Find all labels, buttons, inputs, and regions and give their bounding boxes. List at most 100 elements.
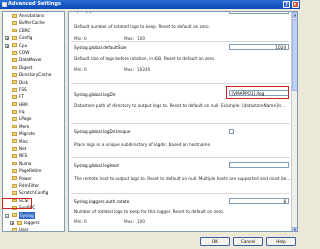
setting-description: Default size of logs before rotation, in…	[74, 56, 216, 61]
tree-item[interactable]: DataMover	[3, 56, 64, 63]
vertical-scrollbar[interactable]: ▲ ▼	[291, 12, 297, 231]
tree-item-label: Irq	[19, 109, 25, 115]
setting-description: Number of rotated logs to keep for this …	[74, 209, 225, 214]
tree-item-label: Config	[19, 35, 33, 41]
tree-item[interactable]: PageRetire	[3, 167, 64, 174]
tree-item-label: DirectoryCache	[19, 72, 52, 78]
setting-checkbox[interactable]	[229, 129, 234, 134]
tree-item[interactable]: Numa	[3, 160, 64, 167]
resize-grip-icon[interactable]: ⋰	[294, 243, 299, 248]
cancel-button[interactable]: Cancel	[233, 237, 263, 246]
tree-item-label: User	[19, 227, 29, 232]
folder-icon	[12, 50, 17, 55]
tree-item[interactable]: Digest	[3, 64, 64, 71]
folder-icon	[12, 161, 17, 166]
tree-item[interactable]: CBRC	[3, 27, 64, 34]
tree-item[interactable]: User	[3, 226, 64, 232]
setting-name: Syslog.global.logDir	[74, 92, 116, 97]
collapse-icon[interactable]: -	[5, 213, 9, 218]
tree-item[interactable]: ScratchConfig	[3, 189, 64, 196]
tree-item-label: NFS	[19, 153, 28, 159]
tree-item[interactable]: Mem	[3, 123, 64, 130]
tree-item[interactable]: Irq	[3, 108, 64, 115]
folder-icon	[12, 139, 17, 144]
setting-value-input[interactable]: 1024	[229, 44, 289, 50]
tree-item[interactable]: + loggers	[3, 219, 64, 226]
tree-item-label: Syslog	[19, 211, 35, 219]
tree-item[interactable]: FSS	[3, 86, 64, 93]
tree-item[interactable]: Net	[3, 145, 64, 152]
highlight-syslog-node	[2, 198, 32, 209]
setting-value-input[interactable]	[229, 12, 289, 14]
setting-value-input[interactable]	[229, 162, 289, 168]
setting-value-input[interactable]: 8	[229, 198, 289, 204]
expand-icon[interactable]: +	[5, 36, 9, 41]
tree-item[interactable]: Disk	[3, 79, 64, 86]
divider	[71, 83, 290, 84]
tree-item[interactable]: BufferCache	[3, 19, 64, 26]
folder-icon	[12, 21, 17, 25]
tree-item-label: HBR	[19, 101, 28, 107]
app-icon	[1, 1, 7, 7]
folder-icon	[12, 132, 17, 136]
tree-item-label: Power	[19, 175, 32, 181]
folder-icon	[12, 154, 17, 159]
ok-button[interactable]: OK	[200, 237, 230, 246]
folder-icon	[12, 169, 17, 173]
help-title-button[interactable]: ?	[283, 1, 290, 8]
divider	[71, 193, 290, 194]
scroll-thumb[interactable]	[292, 19, 297, 91]
range-max: 100	[137, 219, 145, 224]
range-min: 0	[84, 219, 87, 224]
tree-item-label: Misc	[19, 138, 29, 144]
tree-item[interactable]: + Cpu	[3, 42, 64, 49]
tree-item[interactable]: Migrate	[3, 130, 64, 137]
folder-icon	[12, 213, 17, 218]
window-title: Advanced Settings	[8, 1, 61, 7]
tree-item-label: RdmFilter	[19, 182, 40, 188]
expand-icon[interactable]: +	[10, 220, 14, 225]
folder-icon	[12, 43, 17, 48]
expand-icon[interactable]: +	[5, 43, 9, 48]
setting-description: The remote host to output logs to. Reset…	[74, 176, 291, 181]
tree-item[interactable]: Annotations	[3, 12, 64, 19]
tree-item-label: FT	[19, 94, 24, 100]
scroll-down-arrow-icon[interactable]: ▼	[292, 227, 297, 231]
range-min: 0	[84, 67, 87, 72]
help-button[interactable]: Help	[266, 237, 296, 246]
scroll-up-arrow-icon[interactable]: ▲	[292, 12, 297, 18]
tree-item[interactable]: NFS	[3, 152, 64, 159]
tree-item[interactable]: HBR	[3, 101, 64, 108]
tree-item-label: BufferCache	[19, 20, 45, 26]
tree-item-label: COW	[19, 49, 30, 55]
folder-icon	[12, 58, 17, 62]
tree-item-label: Digest	[19, 64, 33, 70]
tree-item-label: DataMover	[19, 57, 42, 63]
range-max-label: Max:	[124, 67, 135, 72]
setting-name: Syslog.global.logHost	[74, 163, 120, 168]
folder-icon	[12, 80, 17, 85]
setting-description: Place logs in a unique subdirectory of l…	[74, 142, 212, 147]
folder-icon	[12, 176, 17, 181]
folder-icon	[17, 220, 22, 225]
close-button[interactable]: ×	[291, 1, 299, 8]
tree-item[interactable]: DirectoryCache	[3, 71, 64, 78]
folder-icon	[12, 124, 17, 129]
divider	[71, 41, 290, 42]
tree-item-label: Numa	[19, 160, 32, 166]
tree-item[interactable]: Power	[3, 175, 64, 182]
tree-item-label: Annotations	[19, 13, 45, 18]
tree-item[interactable]: LPage	[3, 115, 64, 122]
tree-item[interactable]: COW	[3, 49, 64, 56]
tree-item-label: PageRetire	[19, 168, 42, 174]
folder-icon	[12, 28, 17, 33]
tree-item[interactable]: + Config	[3, 34, 64, 41]
tree-item-label: Net	[19, 146, 27, 152]
tree-item[interactable]: RdmFilter	[3, 182, 64, 189]
tree-item[interactable]: - Syslog	[3, 211, 64, 219]
tree-item[interactable]: Misc	[3, 138, 64, 145]
folder-icon	[12, 109, 17, 114]
folder-icon	[12, 87, 17, 92]
setting-name: Syslog.global.defaultRotate	[74, 12, 132, 13]
tree-item[interactable]: FT	[3, 93, 64, 100]
